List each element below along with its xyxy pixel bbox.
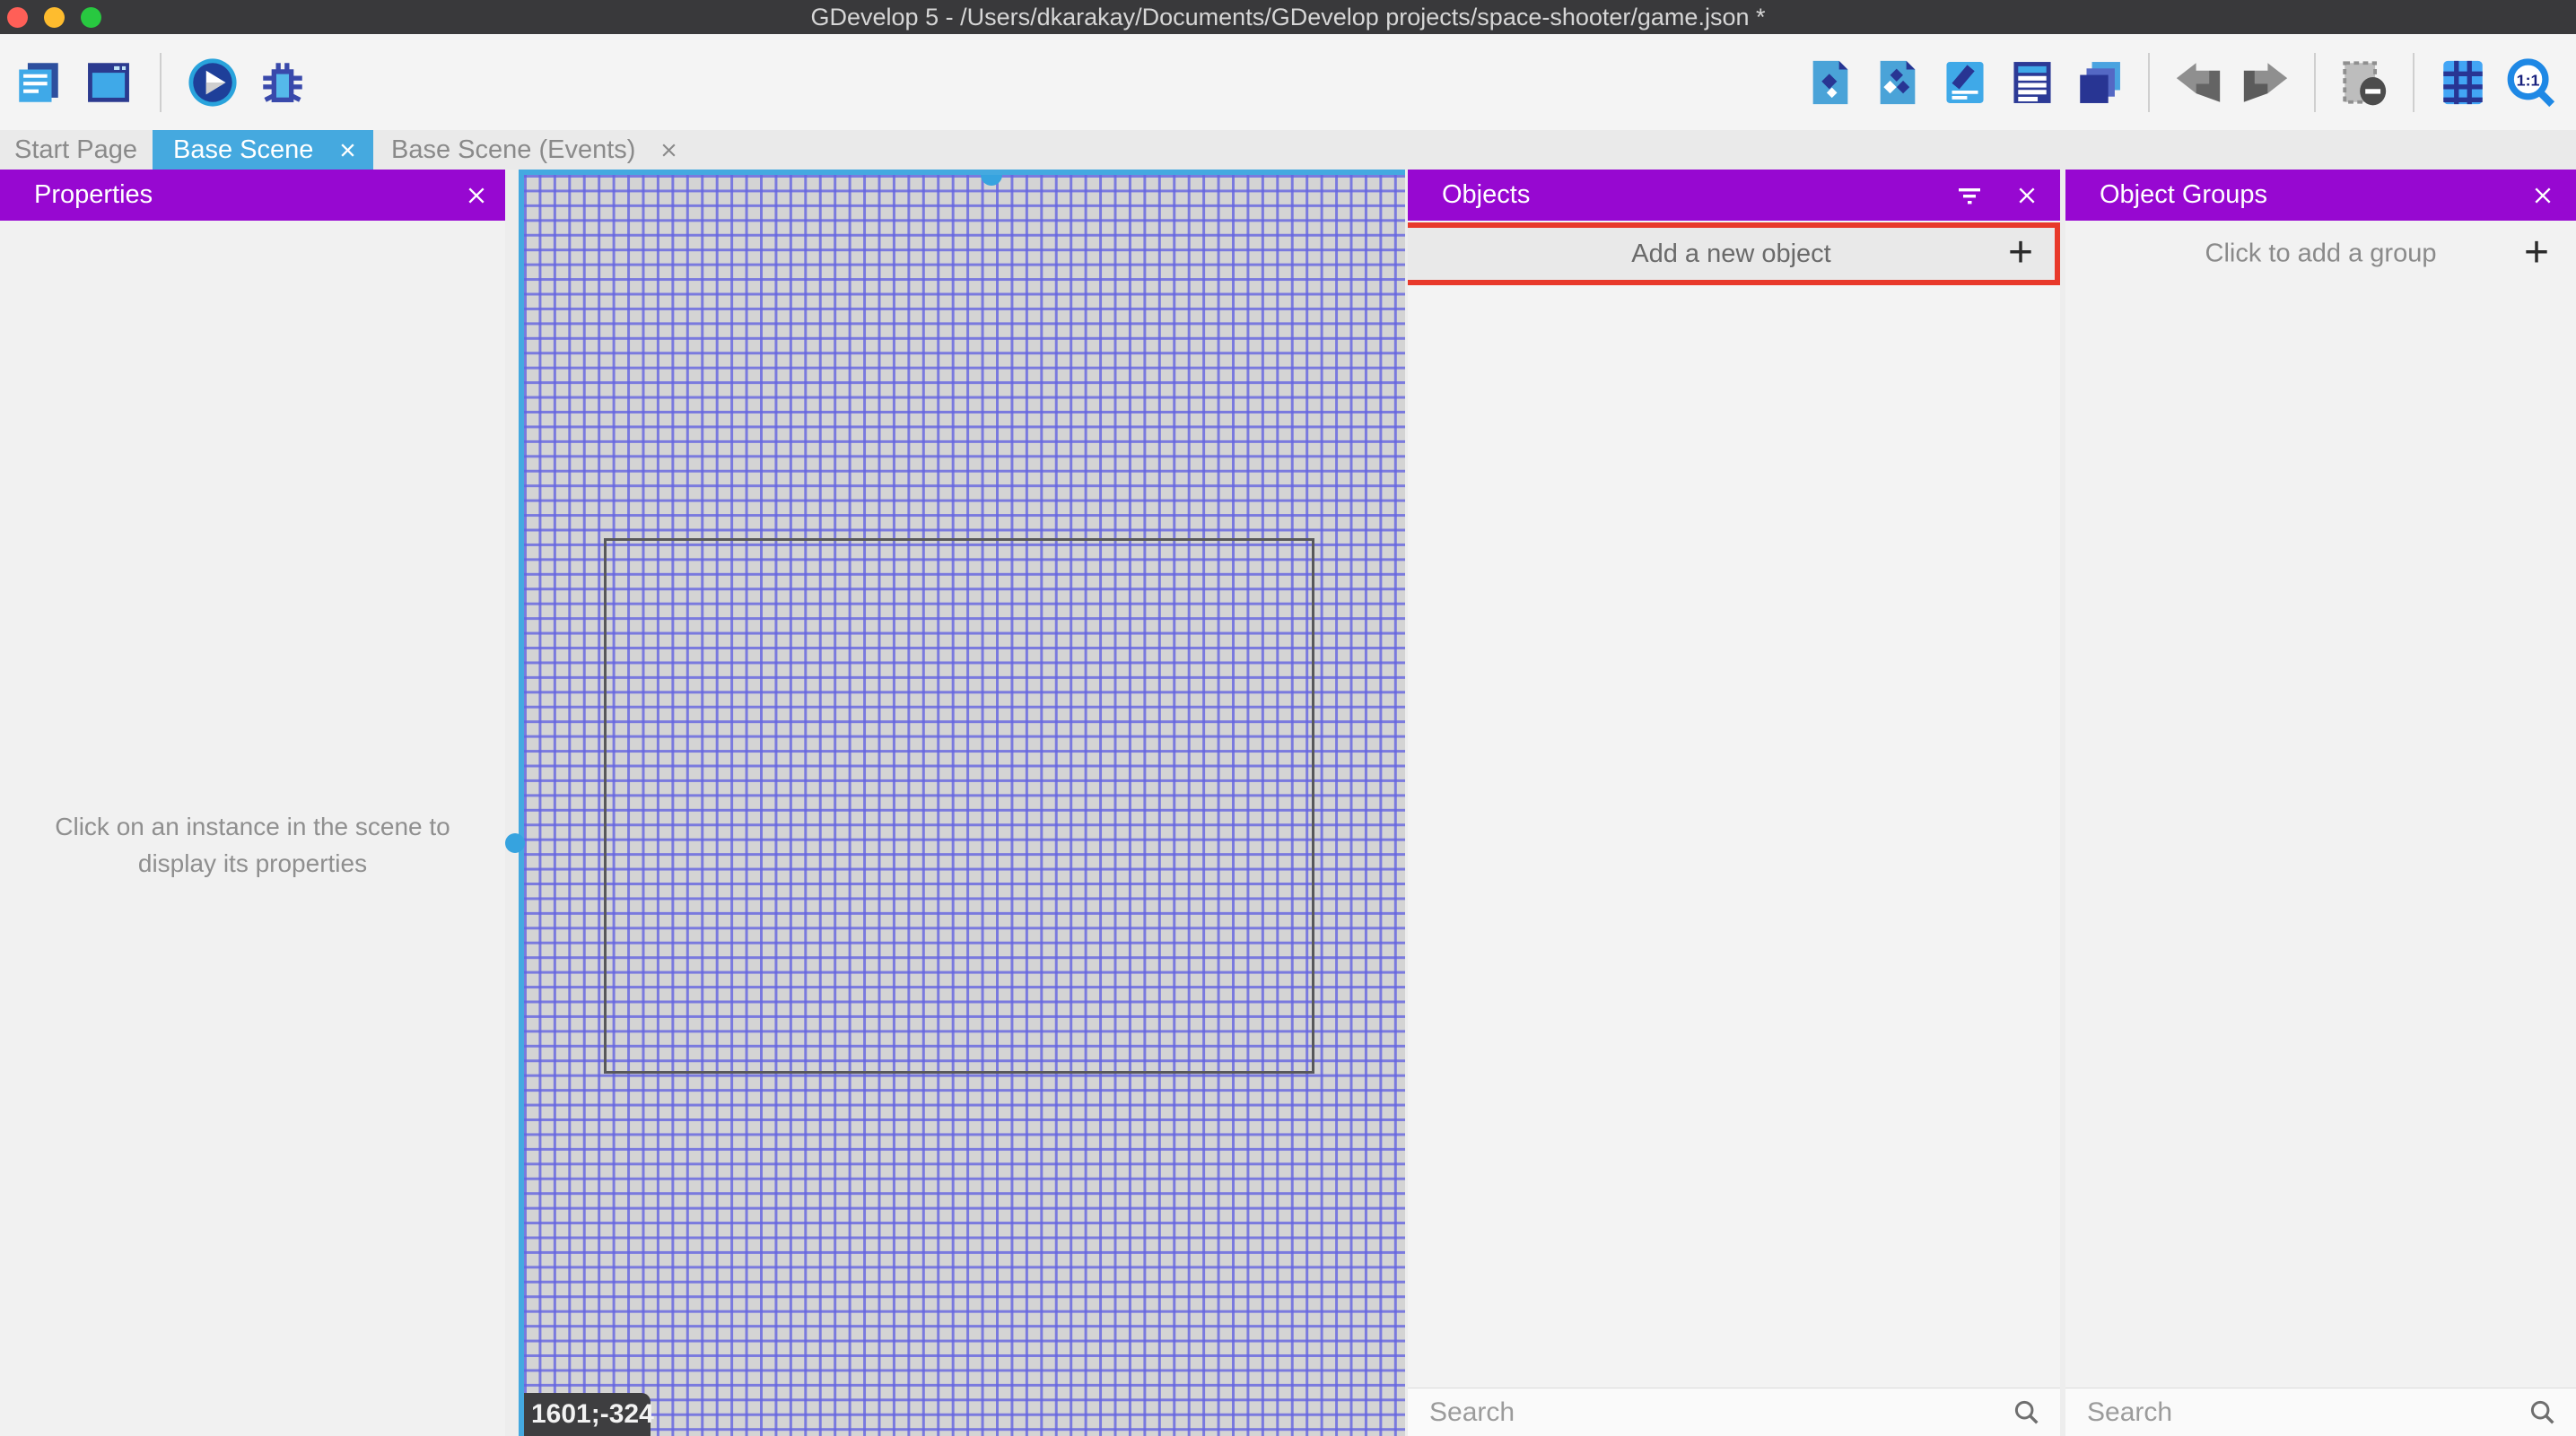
objects-search-input[interactable] xyxy=(1408,1397,2012,1428)
toolbar-separator xyxy=(2148,53,2150,112)
object-groups-search-row xyxy=(2065,1388,2576,1436)
layers-icon[interactable] xyxy=(2074,57,2126,109)
plus-icon[interactable]: + xyxy=(2008,231,2033,274)
close-panel-icon[interactable] xyxy=(2533,186,2553,205)
grid-icon[interactable] xyxy=(2437,57,2489,109)
render-mask-icon[interactable] xyxy=(2338,57,2390,109)
instances-list-icon[interactable] xyxy=(2006,57,2058,109)
scene-window-icon[interactable] xyxy=(83,57,135,109)
main-toolbar: 1:1 xyxy=(0,34,2576,130)
zoom-1-1-icon[interactable]: 1:1 xyxy=(2504,57,2556,109)
search-icon xyxy=(2528,1397,2576,1428)
object-groups-panel: Object Groups Click to add a group + xyxy=(2065,170,2576,1436)
objects-search-row xyxy=(1408,1388,2060,1436)
objects-panel-header: Objects xyxy=(1408,170,2060,221)
titlebar: GDevelop 5 - /Users/dkarakay/Documents/G… xyxy=(0,0,2576,34)
close-panel-icon[interactable] xyxy=(467,186,486,205)
undo-icon[interactable] xyxy=(2172,57,2224,109)
add-group-button[interactable]: Click to add a group + xyxy=(2065,222,2576,285)
close-panel-icon[interactable] xyxy=(2017,186,2037,205)
scene-canvas[interactable]: 1601;-324 xyxy=(519,170,1405,1436)
selection-handle-left[interactable] xyxy=(505,833,525,853)
editor-content: Properties Click on an instance in the s… xyxy=(0,170,2576,1436)
play-preview-icon[interactable] xyxy=(187,57,239,109)
search-icon xyxy=(2012,1397,2060,1428)
toolbar-separator xyxy=(2314,53,2316,112)
objects-editor-icon[interactable] xyxy=(1804,57,1856,109)
properties-panel-header: Properties xyxy=(0,170,505,221)
svg-text:1:1: 1:1 xyxy=(2517,71,2540,89)
tab-start-page[interactable]: Start Page xyxy=(0,130,153,170)
object-groups-search-input[interactable] xyxy=(2065,1397,2528,1428)
add-new-object-button[interactable]: Add a new object + xyxy=(1408,228,2055,280)
panel-title: Objects xyxy=(1408,180,1530,210)
properties-panel: Properties Click on an instance in the s… xyxy=(0,170,505,1436)
properties-empty-message: Click on an instance in the scene to dis… xyxy=(0,808,505,882)
project-manager-icon[interactable] xyxy=(13,57,65,109)
object-groups-editor-icon[interactable] xyxy=(1872,57,1924,109)
objects-panel: Objects Add a new object + xyxy=(1408,170,2060,1436)
close-tab-icon[interactable] xyxy=(659,141,678,160)
toolbar-separator xyxy=(2413,53,2414,112)
tab-base-scene[interactable]: Base Scene xyxy=(153,130,373,170)
annotation-highlight-box: Add a new object + xyxy=(1408,222,2060,285)
cursor-coordinates-badge: 1601;-324 xyxy=(519,1393,651,1436)
toolbar-separator xyxy=(160,53,162,112)
scene-window-rect xyxy=(604,538,1314,1074)
editor-tabbar: Start Page Base Scene Base Scene (Events… xyxy=(0,130,2576,170)
scene-properties-icon[interactable] xyxy=(1939,57,1991,109)
redo-icon[interactable] xyxy=(2240,57,2292,109)
plus-icon[interactable]: + xyxy=(2524,231,2549,274)
tab-base-scene-events[interactable]: Base Scene (Events) xyxy=(373,130,691,170)
filter-icon[interactable] xyxy=(1956,184,1983,207)
object-groups-panel-header: Object Groups xyxy=(2065,170,2576,221)
panel-title: Object Groups xyxy=(2065,180,2267,210)
panel-title: Properties xyxy=(0,180,153,210)
close-tab-icon[interactable] xyxy=(338,141,357,160)
window-title: GDevelop 5 - /Users/dkarakay/Documents/G… xyxy=(0,4,2576,31)
debug-icon[interactable] xyxy=(257,57,309,109)
